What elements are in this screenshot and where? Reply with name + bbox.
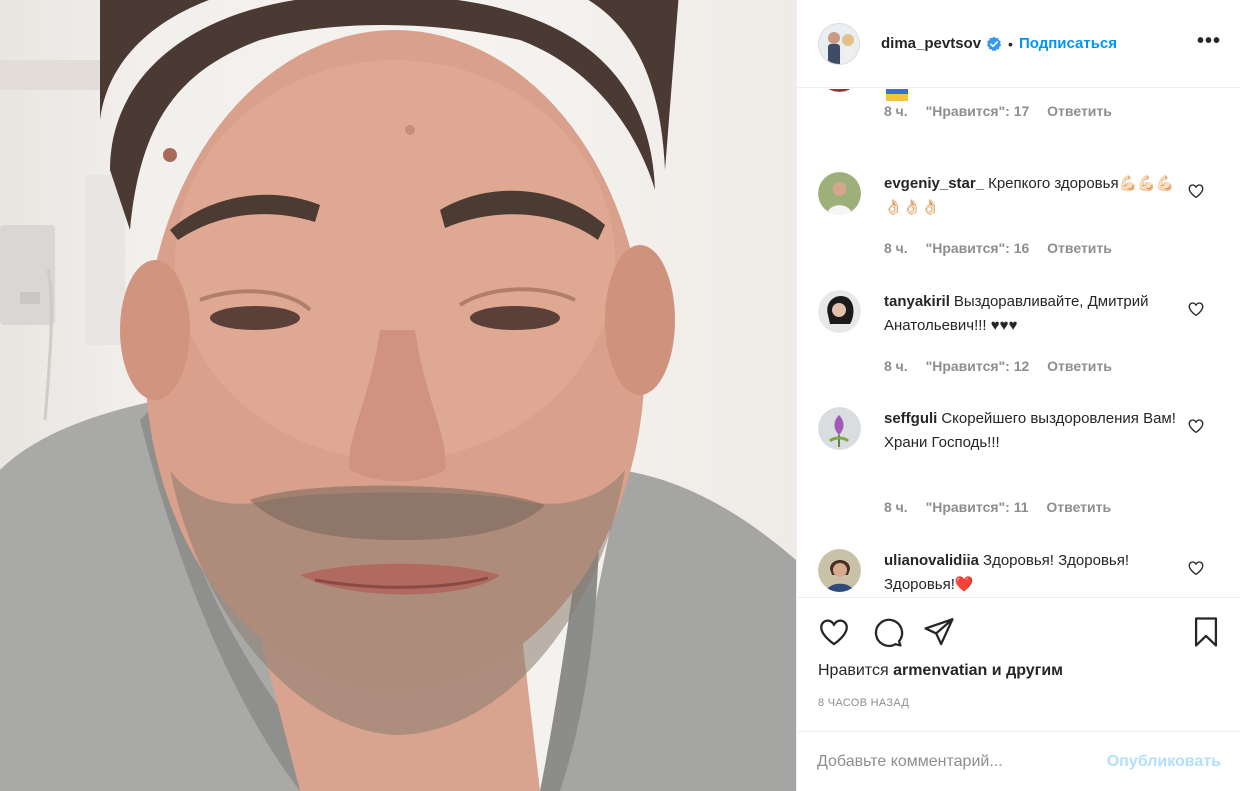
comment-like-heart-icon[interactable] [1187, 559, 1205, 577]
share-plane-icon[interactable] [922, 615, 956, 649]
comment-likes[interactable]: "Нравится": 12 [926, 358, 1030, 374]
comment-username[interactable]: ulianovalidiia [884, 552, 979, 569]
comment-username[interactable]: tanyakiril [884, 293, 950, 310]
comment-like-heart-icon[interactable] [1187, 182, 1205, 200]
flag-emoji-icon [886, 89, 908, 101]
comments-list[interactable]: 8 ч. "Нравится": 17 Ответить evgeniy_sta… [797, 89, 1240, 597]
comment-avatar[interactable] [818, 407, 861, 450]
comment-time: 8 ч. [884, 358, 908, 374]
more-options-icon[interactable]: ••• [1197, 30, 1221, 53]
comment-meta: 8 ч. "Нравится": 11 Ответить [884, 499, 1125, 515]
comment-text: evgeniy_star_ Крепкого здоровья💪🏻💪🏻💪🏻👌🏻👌🏻… [884, 172, 1184, 220]
comment-input[interactable] [817, 752, 1107, 771]
comment-likes[interactable]: "Нравится": 17 [926, 103, 1030, 119]
post-sidebar: dima_pevtsov • Подписаться ••• 8 ч. "Нра… [796, 0, 1240, 791]
comment-likes[interactable]: "Нравится": 16 [926, 240, 1030, 256]
post-timestamp[interactable]: 8 ЧАСОВ НАЗАД [818, 697, 909, 709]
comment-text: tanyakiril Выздоравливайте, Дмитрий Анато… [884, 290, 1184, 338]
follow-button[interactable]: Подписаться [1019, 35, 1117, 52]
header-separator: • [1008, 35, 1013, 52]
comment-meta: 8 ч. "Нравится": 17 Ответить [884, 103, 1126, 119]
comment-text: seffguli Скорейшего выздоровления Вам! Хр… [884, 407, 1184, 455]
author-username[interactable]: dima_pevtsov [881, 35, 981, 52]
comment-avatar[interactable] [818, 290, 861, 333]
likes-prefix: Нравится [818, 662, 889, 679]
comment-meta: 8 ч. "Нравится": 16 Ответить [884, 240, 1126, 256]
likes-user-link[interactable]: armenvatian [893, 662, 987, 679]
comment-meta: 8 ч. "Нравится": 12 Ответить [884, 358, 1126, 374]
post-header: dima_pevtsov • Подписаться ••• [797, 0, 1240, 88]
reply-button[interactable]: Ответить [1047, 240, 1112, 256]
comment-likes[interactable]: "Нравится": 11 [926, 499, 1029, 515]
publish-button[interactable]: Опубликовать [1107, 753, 1221, 771]
comment-like-heart-icon[interactable] [1187, 417, 1205, 435]
comment-avatar[interactable] [818, 89, 861, 92]
likes-summary: Нравится armenvatian и другим [818, 662, 1063, 680]
comment-time: 8 ч. [884, 103, 908, 119]
comment-time: 8 ч. [884, 499, 908, 515]
add-comment-bar: Опубликовать [797, 731, 1240, 791]
comment-avatar[interactable] [818, 549, 861, 592]
comment-bubble-icon[interactable] [870, 615, 904, 649]
comment-username[interactable]: evgeniy_star_ [884, 175, 984, 192]
post-video[interactable] [0, 0, 796, 791]
likes-others-link[interactable]: и другим [992, 662, 1063, 679]
comment-text: ulianovalidiia Здоровья! Здоровья! Здоров… [884, 549, 1184, 597]
author-avatar[interactable] [818, 22, 860, 65]
video-frame-illustration [0, 0, 796, 791]
reply-button[interactable]: Ответить [1047, 103, 1112, 119]
reply-button[interactable]: Ответить [1047, 358, 1112, 374]
reply-button[interactable]: Ответить [1046, 499, 1111, 515]
comment-like-heart-icon[interactable] [1187, 300, 1205, 318]
comment-avatar[interactable] [818, 172, 861, 215]
comment-time: 8 ч. [884, 240, 908, 256]
bookmark-icon[interactable] [1189, 615, 1223, 649]
heart-outline-icon[interactable] [817, 615, 851, 649]
verified-badge-icon [986, 36, 1002, 51]
comment-username[interactable]: seffguli [884, 410, 937, 427]
